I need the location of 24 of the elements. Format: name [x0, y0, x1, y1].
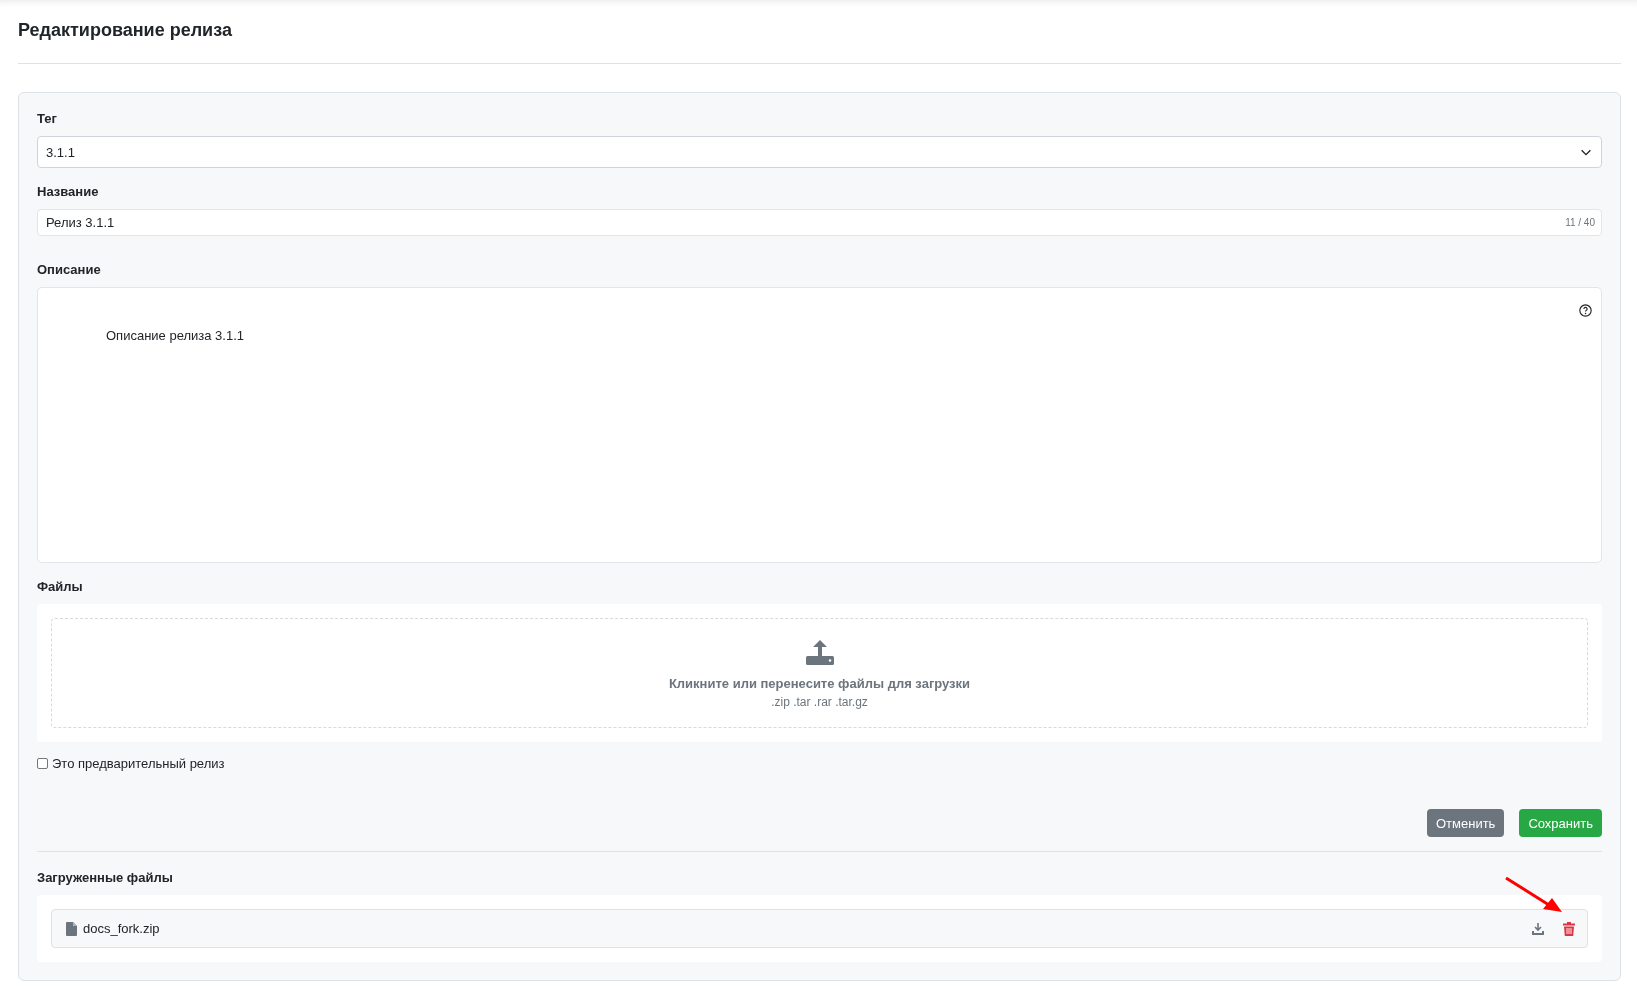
file-icon — [66, 921, 77, 936]
field-label: Описание — [37, 262, 102, 277]
prerelease-checkbox[interactable] — [37, 758, 48, 769]
field-label: Название — [37, 184, 100, 199]
name-input[interactable]: Релиз 3.1.1 11 / 40 — [37, 209, 1602, 236]
char-counter: 11 / 40 — [1565, 217, 1595, 228]
description-editor[interactable]: Описание релиза 3.1.1 — [37, 287, 1602, 563]
dropzone-text: Кликните или перенесите файлы для загрузки — [668, 675, 971, 691]
help-icon[interactable] — [1579, 304, 1592, 317]
description-text: Описание релиза 3.1.1 — [106, 328, 245, 343]
annotation-arrow — [1505, 877, 1563, 913]
delete-icon[interactable] — [1563, 921, 1575, 936]
file-dropzone[interactable]: Кликните или перенесите файлы для загрузки .zip .tar .rar .tar.gz — [51, 618, 1588, 728]
page-title: Редактирование релиза — [18, 19, 233, 42]
download-icon[interactable] — [1531, 921, 1545, 936]
cancel-button[interactable]: Отменить — [1427, 809, 1505, 837]
file-name: docs_fork.zip — [83, 921, 160, 936]
field-label: Файлы — [37, 579, 84, 594]
tag-select[interactable]: 3.1.1 — [37, 136, 1602, 168]
accepted-types: .zip .tar .rar .tar.gz — [771, 694, 868, 709]
upload-icon — [804, 637, 835, 666]
section-label: Загруженные файлы — [37, 870, 174, 885]
checkbox-label: Это предварительный релиз — [52, 756, 225, 771]
field-label: Тег — [37, 111, 58, 126]
